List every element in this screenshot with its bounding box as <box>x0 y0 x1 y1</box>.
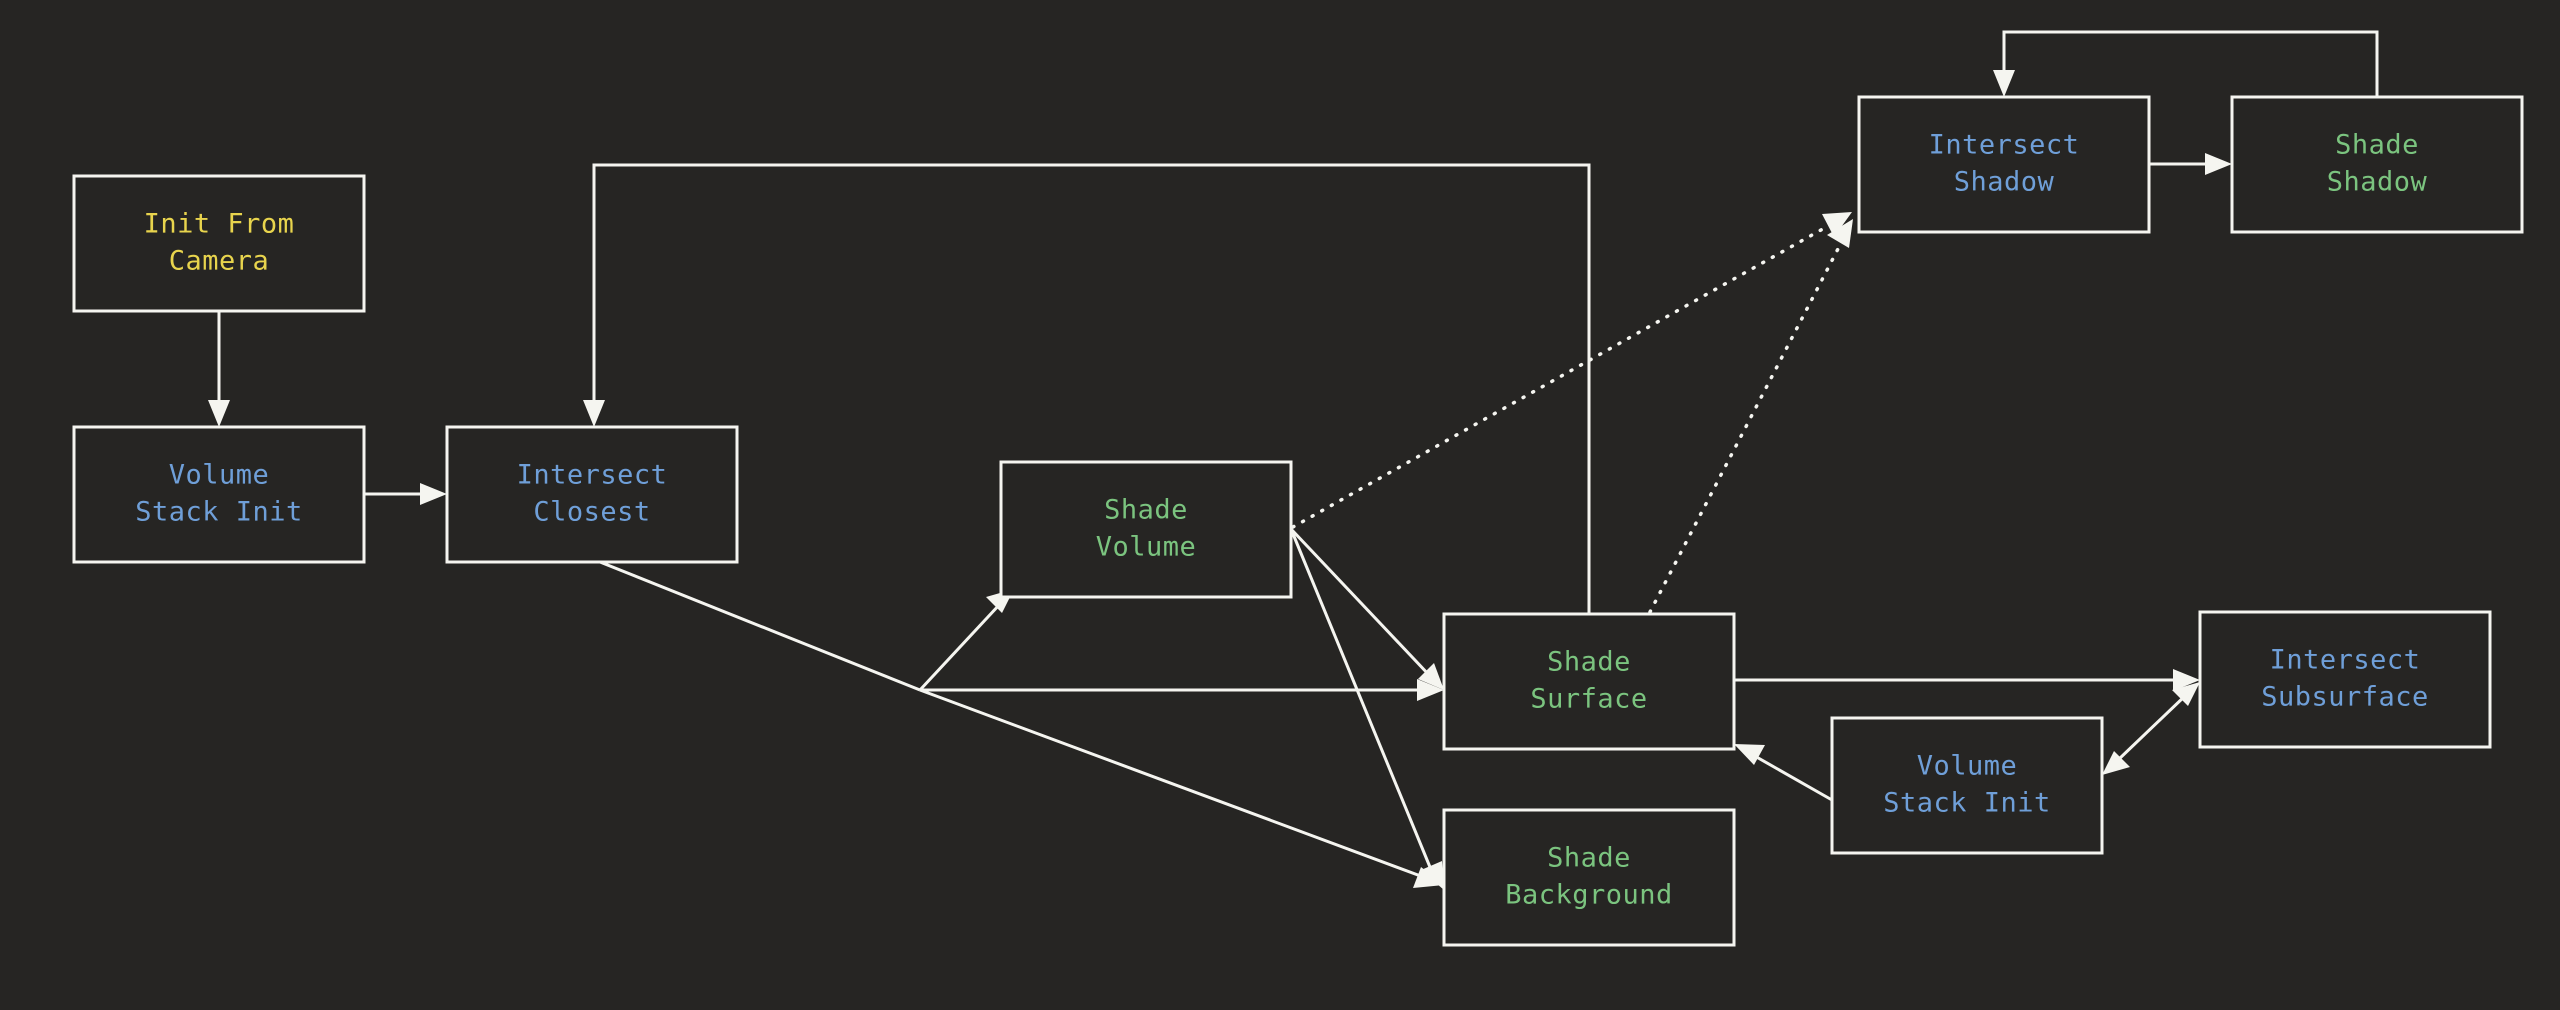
node-label-line2: Subsurface <box>2261 682 2429 713</box>
node-intersect-subsurface[interactable]: Intersect Subsurface <box>2198 610 2492 749</box>
node-intersect-shadow[interactable]: Intersect Shadow <box>1857 95 2151 234</box>
edge-init-camera-to-volume-stack <box>208 311 230 427</box>
nodes-layer: Init From Camera Volume Stack Init Inter… <box>72 95 2524 947</box>
node-label-line2: Shadow <box>2327 167 2428 198</box>
node-label-line1: Intersect <box>517 460 668 491</box>
node-volume-stack-init-primary[interactable]: Volume Stack Init <box>72 425 366 564</box>
edge-shade-shadow-loop-to-intersect-shadow <box>1993 30 2379 97</box>
edge-volume-stack-to-intersect-closest <box>364 483 447 505</box>
node-label-line2: Stack Init <box>135 497 303 528</box>
node-label-line1: Volume <box>169 460 270 491</box>
edge-shade-surface-to-intersect-subsurface <box>1734 669 2200 691</box>
edge-shade-surface-to-intersect-shadow <box>1648 219 1853 614</box>
node-init-from-camera[interactable]: Init From Camera <box>72 174 366 313</box>
flow-diagram-svg: Init From Camera Volume Stack Init Inter… <box>72 30 2524 947</box>
node-label-line2: Shadow <box>1954 167 2055 198</box>
node-label-line1: Volume <box>1917 751 2018 782</box>
node-intersect-closest[interactable]: Intersect Closest <box>445 425 739 564</box>
node-shade-volume[interactable]: Shade Volume <box>999 460 1293 599</box>
node-shade-surface[interactable]: Shade Surface <box>1442 612 1736 751</box>
node-shade-shadow[interactable]: Shade Shadow <box>2230 95 2524 234</box>
edge-intersect-closest-to-shade-volume <box>918 589 1014 692</box>
edge-intersect-closest-to-shade-background <box>919 688 1444 888</box>
node-label-line2: Background <box>1505 880 1673 911</box>
edge-intersect-shadow-to-shade-shadow <box>2149 153 2232 175</box>
node-label-line2: Camera <box>169 246 270 277</box>
edge-intersect-subsurface-to-volume-stack-init <box>2102 682 2200 775</box>
node-label-line2: Closest <box>533 497 650 528</box>
edge-shade-volume-to-shade-surface <box>1289 527 1444 690</box>
flow-diagram-canvas: Init From Camera Volume Stack Init Inter… <box>0 0 2560 1010</box>
node-label-line2: Surface <box>1530 684 1647 715</box>
node-label-line2: Stack Init <box>1883 788 2051 819</box>
edge-intersect-closest-to-shade-surface <box>920 679 1444 701</box>
node-label-line2: Volume <box>1096 532 1197 563</box>
node-label-line1: Init From <box>144 209 295 240</box>
node-label-line1: Shade <box>1547 647 1631 678</box>
node-label-line1: Intersect <box>2270 645 2421 676</box>
node-label-line1: Shade <box>1547 843 1631 874</box>
edge-shade-volume-to-intersect-shadow <box>1291 212 1852 529</box>
node-label-line1: Shade <box>2335 130 2419 161</box>
edge-intersect-closest-to-junction <box>599 560 921 692</box>
node-shade-background[interactable]: Shade Background <box>1442 808 1736 947</box>
node-label-line1: Shade <box>1104 495 1188 526</box>
edge-volume-stack-init-to-shade-surface <box>1734 744 1833 802</box>
node-label-line1: Intersect <box>1929 130 2080 161</box>
node-volume-stack-init-subsurface[interactable]: Volume Stack Init <box>1830 716 2104 855</box>
